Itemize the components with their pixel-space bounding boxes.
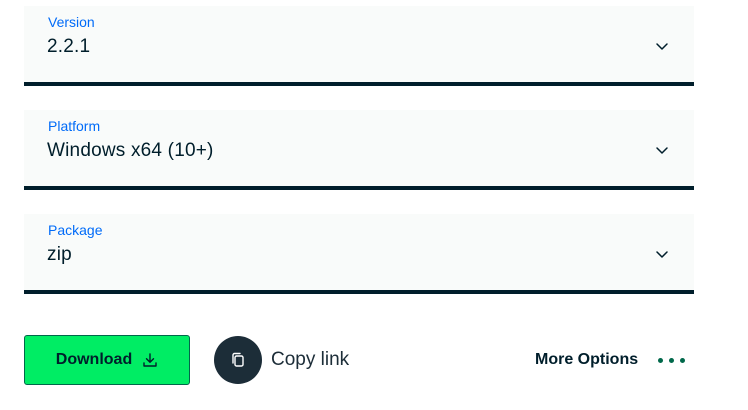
package-value: zip bbox=[47, 244, 72, 265]
ellipsis-dot bbox=[680, 357, 685, 363]
ellipsis-dot bbox=[658, 357, 663, 363]
download-button[interactable]: Download bbox=[24, 335, 190, 385]
download-button-label: Download bbox=[55, 351, 133, 368]
version-label: Version bbox=[48, 14, 95, 30]
more-options-link[interactable]: More Options bbox=[535, 349, 638, 371]
version-select[interactable]: Version 2.2.1 bbox=[24, 6, 694, 86]
package-label: Package bbox=[48, 222, 103, 238]
copy-icon-circle[interactable] bbox=[214, 336, 262, 384]
copy-link-label: Copy link bbox=[271, 349, 350, 370]
package-select[interactable]: Package zip bbox=[24, 214, 694, 294]
copy-link-button[interactable]: Copy link bbox=[214, 335, 349, 385]
platform-label: Platform bbox=[48, 118, 101, 134]
chevron-down-icon bbox=[656, 251, 668, 258]
chevron-down-icon bbox=[656, 43, 668, 50]
version-value: 2.2.1 bbox=[47, 36, 91, 57]
copy-icon bbox=[232, 352, 244, 367]
download-icon bbox=[143, 353, 157, 367]
platform-select[interactable]: Platform Windows x64 (10+) bbox=[24, 110, 694, 190]
ellipsis-icon[interactable] bbox=[658, 352, 690, 368]
chevron-down-icon bbox=[656, 147, 668, 154]
platform-value: Windows x64 (10+) bbox=[47, 140, 214, 161]
ellipsis-dot bbox=[669, 357, 674, 363]
